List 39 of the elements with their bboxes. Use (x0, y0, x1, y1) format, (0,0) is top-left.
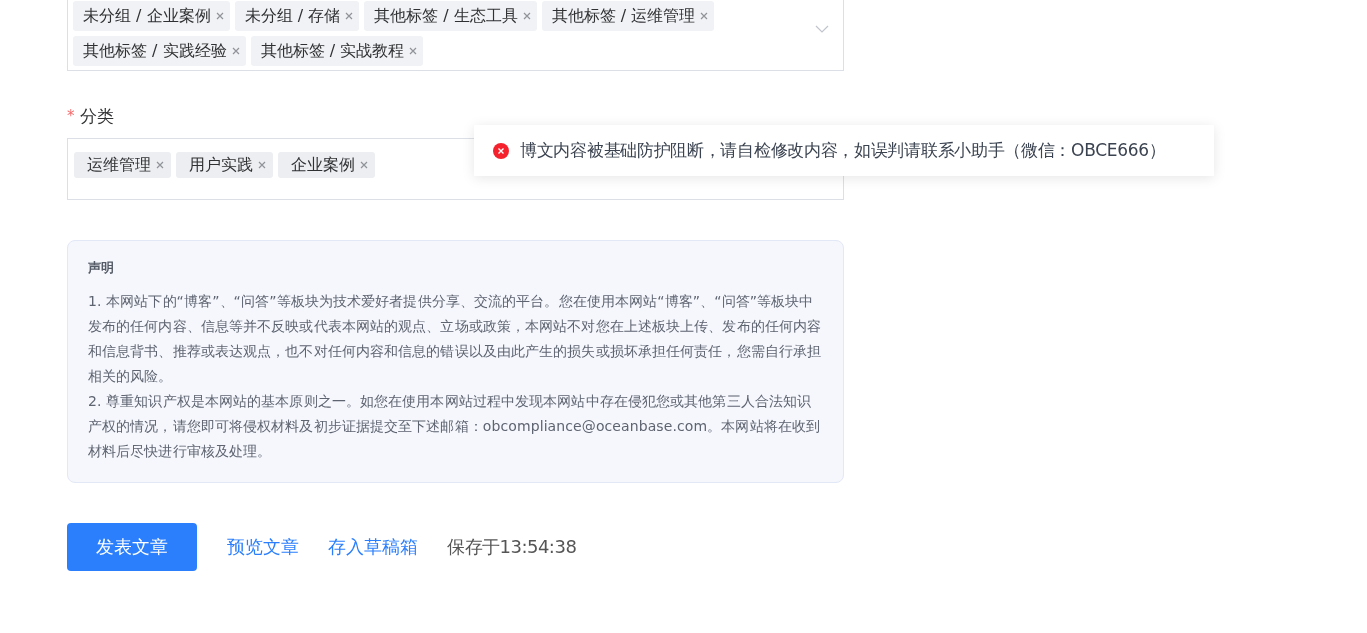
publish-button[interactable]: 发表文章 (67, 523, 197, 571)
close-icon[interactable] (522, 12, 531, 20)
close-icon[interactable] (215, 12, 224, 20)
close-icon[interactable] (345, 12, 354, 20)
tag-chip[interactable]: 未分组 / 存储 (234, 1, 360, 31)
tag-chip[interactable]: 运维管理 (74, 152, 171, 178)
tag-chip[interactable]: 用户实践 (176, 152, 273, 178)
close-icon[interactable] (409, 47, 418, 55)
tag-label: 其他标签 / 实践经验 (83, 40, 227, 62)
close-icon[interactable] (700, 12, 709, 20)
tag-chip[interactable]: 其他标签 / 生态工具 (364, 1, 537, 31)
tag-chip[interactable]: 其他标签 / 运维管理 (541, 1, 715, 31)
close-icon[interactable] (231, 47, 240, 55)
chevron-down-icon[interactable] (815, 25, 829, 33)
tag-label: 未分组 / 企业案例 (83, 5, 211, 27)
tag-label: 其他标签 / 实战教程 (260, 40, 405, 62)
tag-label: 未分组 / 存储 (244, 5, 341, 27)
tag-label: 其他标签 / 生态工具 (374, 5, 518, 27)
tag-label: 运维管理 (87, 154, 151, 176)
tag-select-field[interactable]: 未分组 / 企业案例 未分组 / 存储 其他标签 / 生态工具 其他标签 / 运维管理 其他标签 / 实践经验 其他标签 / 实战教程 (67, 0, 844, 71)
tag-label: 其他标签 / 运维管理 (551, 5, 696, 27)
notice-title: 声明 (88, 259, 115, 277)
tag-chip[interactable]: 未分组 / 企业案例 (73, 1, 230, 31)
tag-label: 用户实践 (189, 154, 253, 176)
required-mark: * (67, 107, 75, 125)
close-icon[interactable] (360, 161, 368, 169)
notice-paragraph: 1. 本网站下的“博客”、“问答”等板块为技术爱好者提供分享、交流的平台。您在使用本网站“博客”、“问答”等板块中发布的任何内容、信息等并不反映或代表本网站的观点、立场或政策，本网站不对您在上述板块上传、发布的任何内容和信息背书、推荐或表达观点，也不对任何内容和信息的错误以及由此产生的损失或损坏承担任何责任，您需自行承担相关的风险。 (88, 292, 823, 386)
tag-chip[interactable]: 其他标签 / 实战教程 (250, 36, 424, 66)
preview-link[interactable]: 预览文章 (227, 535, 299, 559)
tag-label: 企业案例 (291, 154, 355, 176)
tag-chip[interactable]: 企业案例 (278, 152, 375, 178)
tag-chip[interactable]: 其他标签 / 实践经验 (73, 36, 246, 66)
close-icon[interactable] (156, 161, 164, 169)
field-label: 分类 (79, 104, 114, 128)
notice-paragraph: 2. 尊重知识产权是本网站的基本原则之一。如您在使用本网站过程中发现本网站中存在侵犯您或其他第三人合法知识产权的情况，请您即可将侵权材料及初步证据提交至下述邮箱：obcompliance@oceanbase.com。本网站将在收到材料后尽快进行审核及处理。 (88, 392, 822, 461)
save-status: 保存于13:54:38 (447, 535, 577, 559)
error-icon (493, 142, 509, 159)
close-icon[interactable] (258, 161, 266, 169)
draft-link[interactable]: 存入草稿箱 (328, 535, 418, 559)
